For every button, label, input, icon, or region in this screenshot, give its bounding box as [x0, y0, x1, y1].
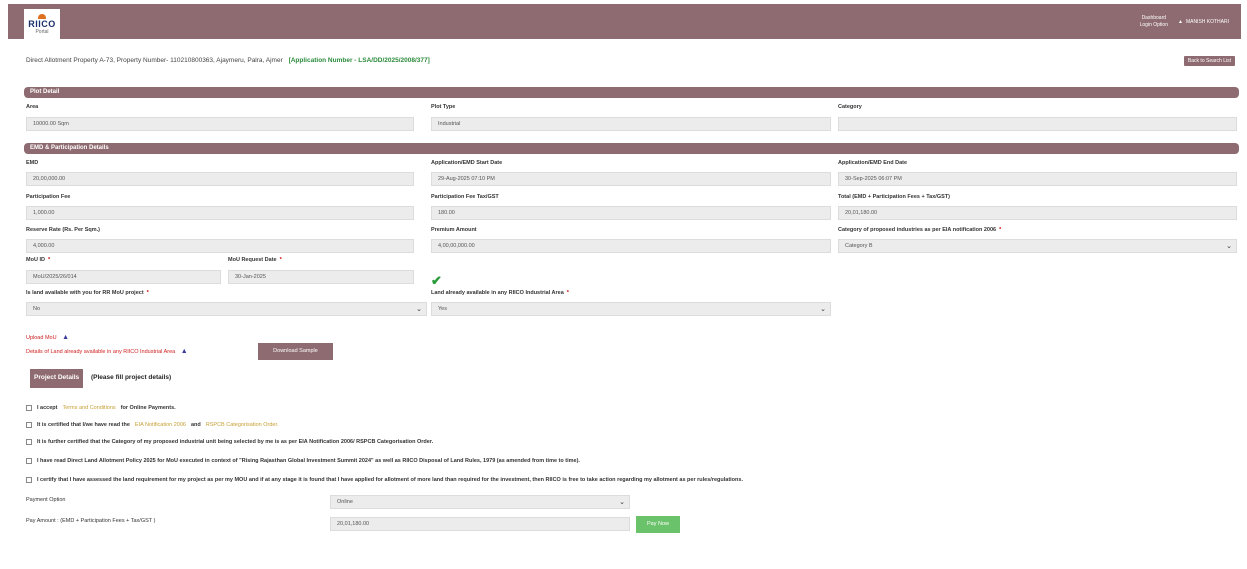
plot-detail-header: Plot Detail — [24, 87, 1239, 98]
pay-now-button[interactable]: Pay Now — [636, 516, 680, 533]
top-navbar: RIICO Portal Dashboard Login Option ▲ MA… — [8, 4, 1241, 40]
chevron-down-icon: ⌄ — [820, 306, 826, 313]
land-details-label: Details of Land already available in any… — [26, 349, 176, 355]
land-riico-select[interactable]: Yes ⌄ — [431, 302, 831, 316]
emd-label: EMD — [26, 160, 39, 166]
project-details-tab[interactable]: Project Details — [30, 369, 84, 388]
declaration-eia[interactable]: It is certified that I/we have read the … — [26, 422, 279, 428]
participation-fee-label: Participation Fee — [26, 194, 71, 200]
area-field[interactable]: 10000.00 Sqm — [26, 117, 414, 131]
logo-subtext: Portal — [35, 29, 49, 35]
declaration-text: I accept — [37, 405, 58, 411]
emd-header: EMD & Participation Details — [24, 143, 1239, 154]
top-right-menu: Dashboard Login Option ▲ MANISH KOTHARI — [1140, 15, 1229, 29]
land-available-value: No — [33, 306, 41, 312]
declaration-terms[interactable]: I accept Terms and Conditions for Online… — [26, 405, 176, 411]
category-label: Category — [838, 104, 862, 110]
declaration-text: for Online Payments. — [120, 405, 176, 411]
start-date-label: Application/EMD Start Date — [431, 160, 503, 166]
eia-link[interactable]: EIA Notification 2006 — [135, 422, 186, 428]
participation-fee-field[interactable]: 1,000.00 — [26, 206, 414, 220]
participation-tax-field[interactable]: 180.00 — [431, 206, 831, 220]
mou-date-label: MoU Request Date * — [228, 257, 282, 263]
payment-option-label: Payment Option — [26, 497, 66, 503]
plot-type-label: Plot Type — [431, 104, 456, 110]
rspcb-link[interactable]: RSPCB Categorisation Order. — [206, 422, 279, 428]
warning-icon: ▲ — [180, 348, 188, 355]
total-field[interactable]: 20,01,180.00 — [838, 206, 1237, 220]
declaration-text: It is further certified that the Categor… — [37, 439, 434, 445]
premium-field[interactable]: 4,00,00,000.00 — [431, 239, 831, 253]
payment-option-value: Online — [337, 499, 353, 505]
declaration-text: It is certified that I/we have read the — [37, 422, 130, 428]
checkbox[interactable] — [26, 458, 32, 464]
eia-category-label: Category of proposed industries as per E… — [838, 227, 1002, 233]
mou-id-field[interactable]: MoU/2025/26/014 — [26, 270, 221, 284]
logo-text: RIICO — [28, 19, 56, 29]
dashboard-label: Dashboard — [1141, 15, 1167, 21]
area-label: Area — [26, 104, 39, 110]
user-name: MANISH KOTHARI — [1185, 19, 1229, 25]
dashboard-link[interactable]: Dashboard Login Option — [1140, 15, 1168, 29]
declaration-text: and — [190, 422, 201, 428]
chevron-down-icon: ⌄ — [416, 306, 422, 313]
declaration-text: I have read Direct Land Allotment Policy… — [37, 458, 580, 464]
checkbox[interactable] — [26, 439, 32, 445]
land-riico-value: Yes — [438, 306, 447, 312]
verified-check-icon: ✔ — [431, 273, 442, 288]
plot-type-field[interactable]: Industrial — [431, 117, 831, 131]
login-option-label: Login Option — [1139, 22, 1168, 28]
reserve-rate-label: Reserve Rate (Rs. Per Sqm.) — [26, 227, 100, 233]
back-to-search-button[interactable]: Back to Search List — [1183, 56, 1235, 66]
warning-icon: ▲ — [62, 334, 70, 341]
total-label: Total (EMD + Participation Fees + Tax/GS… — [838, 194, 950, 200]
mou-date-field[interactable]: 30-Jan-2025 — [228, 270, 414, 284]
land-riico-label: Land already available in any RIICO Indu… — [431, 290, 569, 296]
end-date-label: Application/EMD End Date — [838, 160, 908, 166]
project-details-note: (Please fill project details) — [91, 374, 172, 381]
checkbox[interactable] — [26, 405, 32, 411]
premium-label: Premium Amount — [431, 227, 477, 233]
terms-link[interactable]: Terms and Conditions — [62, 405, 115, 411]
emd-field[interactable]: 20,00,000.00 — [26, 172, 414, 186]
pay-amount-field[interactable]: 20,01,180.00 — [330, 517, 630, 531]
checkbox[interactable] — [26, 477, 32, 483]
payment-option-select[interactable]: Online ⌄ — [330, 495, 630, 509]
user-icon: ▲ — [1177, 19, 1183, 25]
chevron-down-icon: ⌄ — [619, 499, 625, 506]
land-available-label: Is land available with you for RR MoU pr… — [26, 290, 149, 296]
eia-category-value: Category B — [845, 243, 873, 249]
start-date-field[interactable]: 29-Aug-2025 07:10 PM — [431, 172, 831, 186]
participation-tax-label: Participation Fee Tax/GST — [431, 194, 499, 200]
eia-category-select[interactable]: Category B ⌄ — [838, 239, 1237, 253]
declaration-category[interactable]: It is further certified that the Categor… — [26, 439, 433, 445]
mou-id-label: MoU ID * — [26, 257, 51, 263]
declaration-text: I certify that I have assessed the land … — [37, 477, 743, 483]
application-number: [Application Number - LSA/DD/2025/2008/3… — [288, 57, 430, 64]
category-field[interactable] — [838, 117, 1237, 131]
download-sample-button[interactable]: Download Sample — [258, 343, 333, 360]
land-details-row[interactable]: Details of Land already available in any… — [26, 348, 188, 355]
application-title: Direct Allotment Property A-73, Property… — [26, 57, 430, 64]
declaration-land-requirement[interactable]: I certify that I have assessed the land … — [26, 477, 743, 483]
reserve-rate-field[interactable]: 4,000.00 — [26, 239, 414, 253]
end-date-field[interactable]: 30-Sep-2025 06:07 PM — [838, 172, 1237, 186]
upload-mou-label: Upload MoU — [26, 335, 57, 341]
riico-logo[interactable]: RIICO Portal — [24, 9, 60, 40]
pay-amount-label: Pay Amount : (EMD + Participation Fees +… — [26, 518, 156, 524]
property-title: Direct Allotment Property A-73, Property… — [26, 57, 283, 64]
chevron-down-icon: ⌄ — [1226, 243, 1232, 250]
upload-mou-row[interactable]: Upload MoU ▲ — [26, 334, 69, 341]
checkbox[interactable] — [26, 422, 32, 428]
user-menu[interactable]: ▲ MANISH KOTHARI — [1178, 19, 1229, 25]
declaration-policy[interactable]: I have read Direct Land Allotment Policy… — [26, 458, 580, 464]
land-available-select[interactable]: No ⌄ — [26, 302, 427, 316]
